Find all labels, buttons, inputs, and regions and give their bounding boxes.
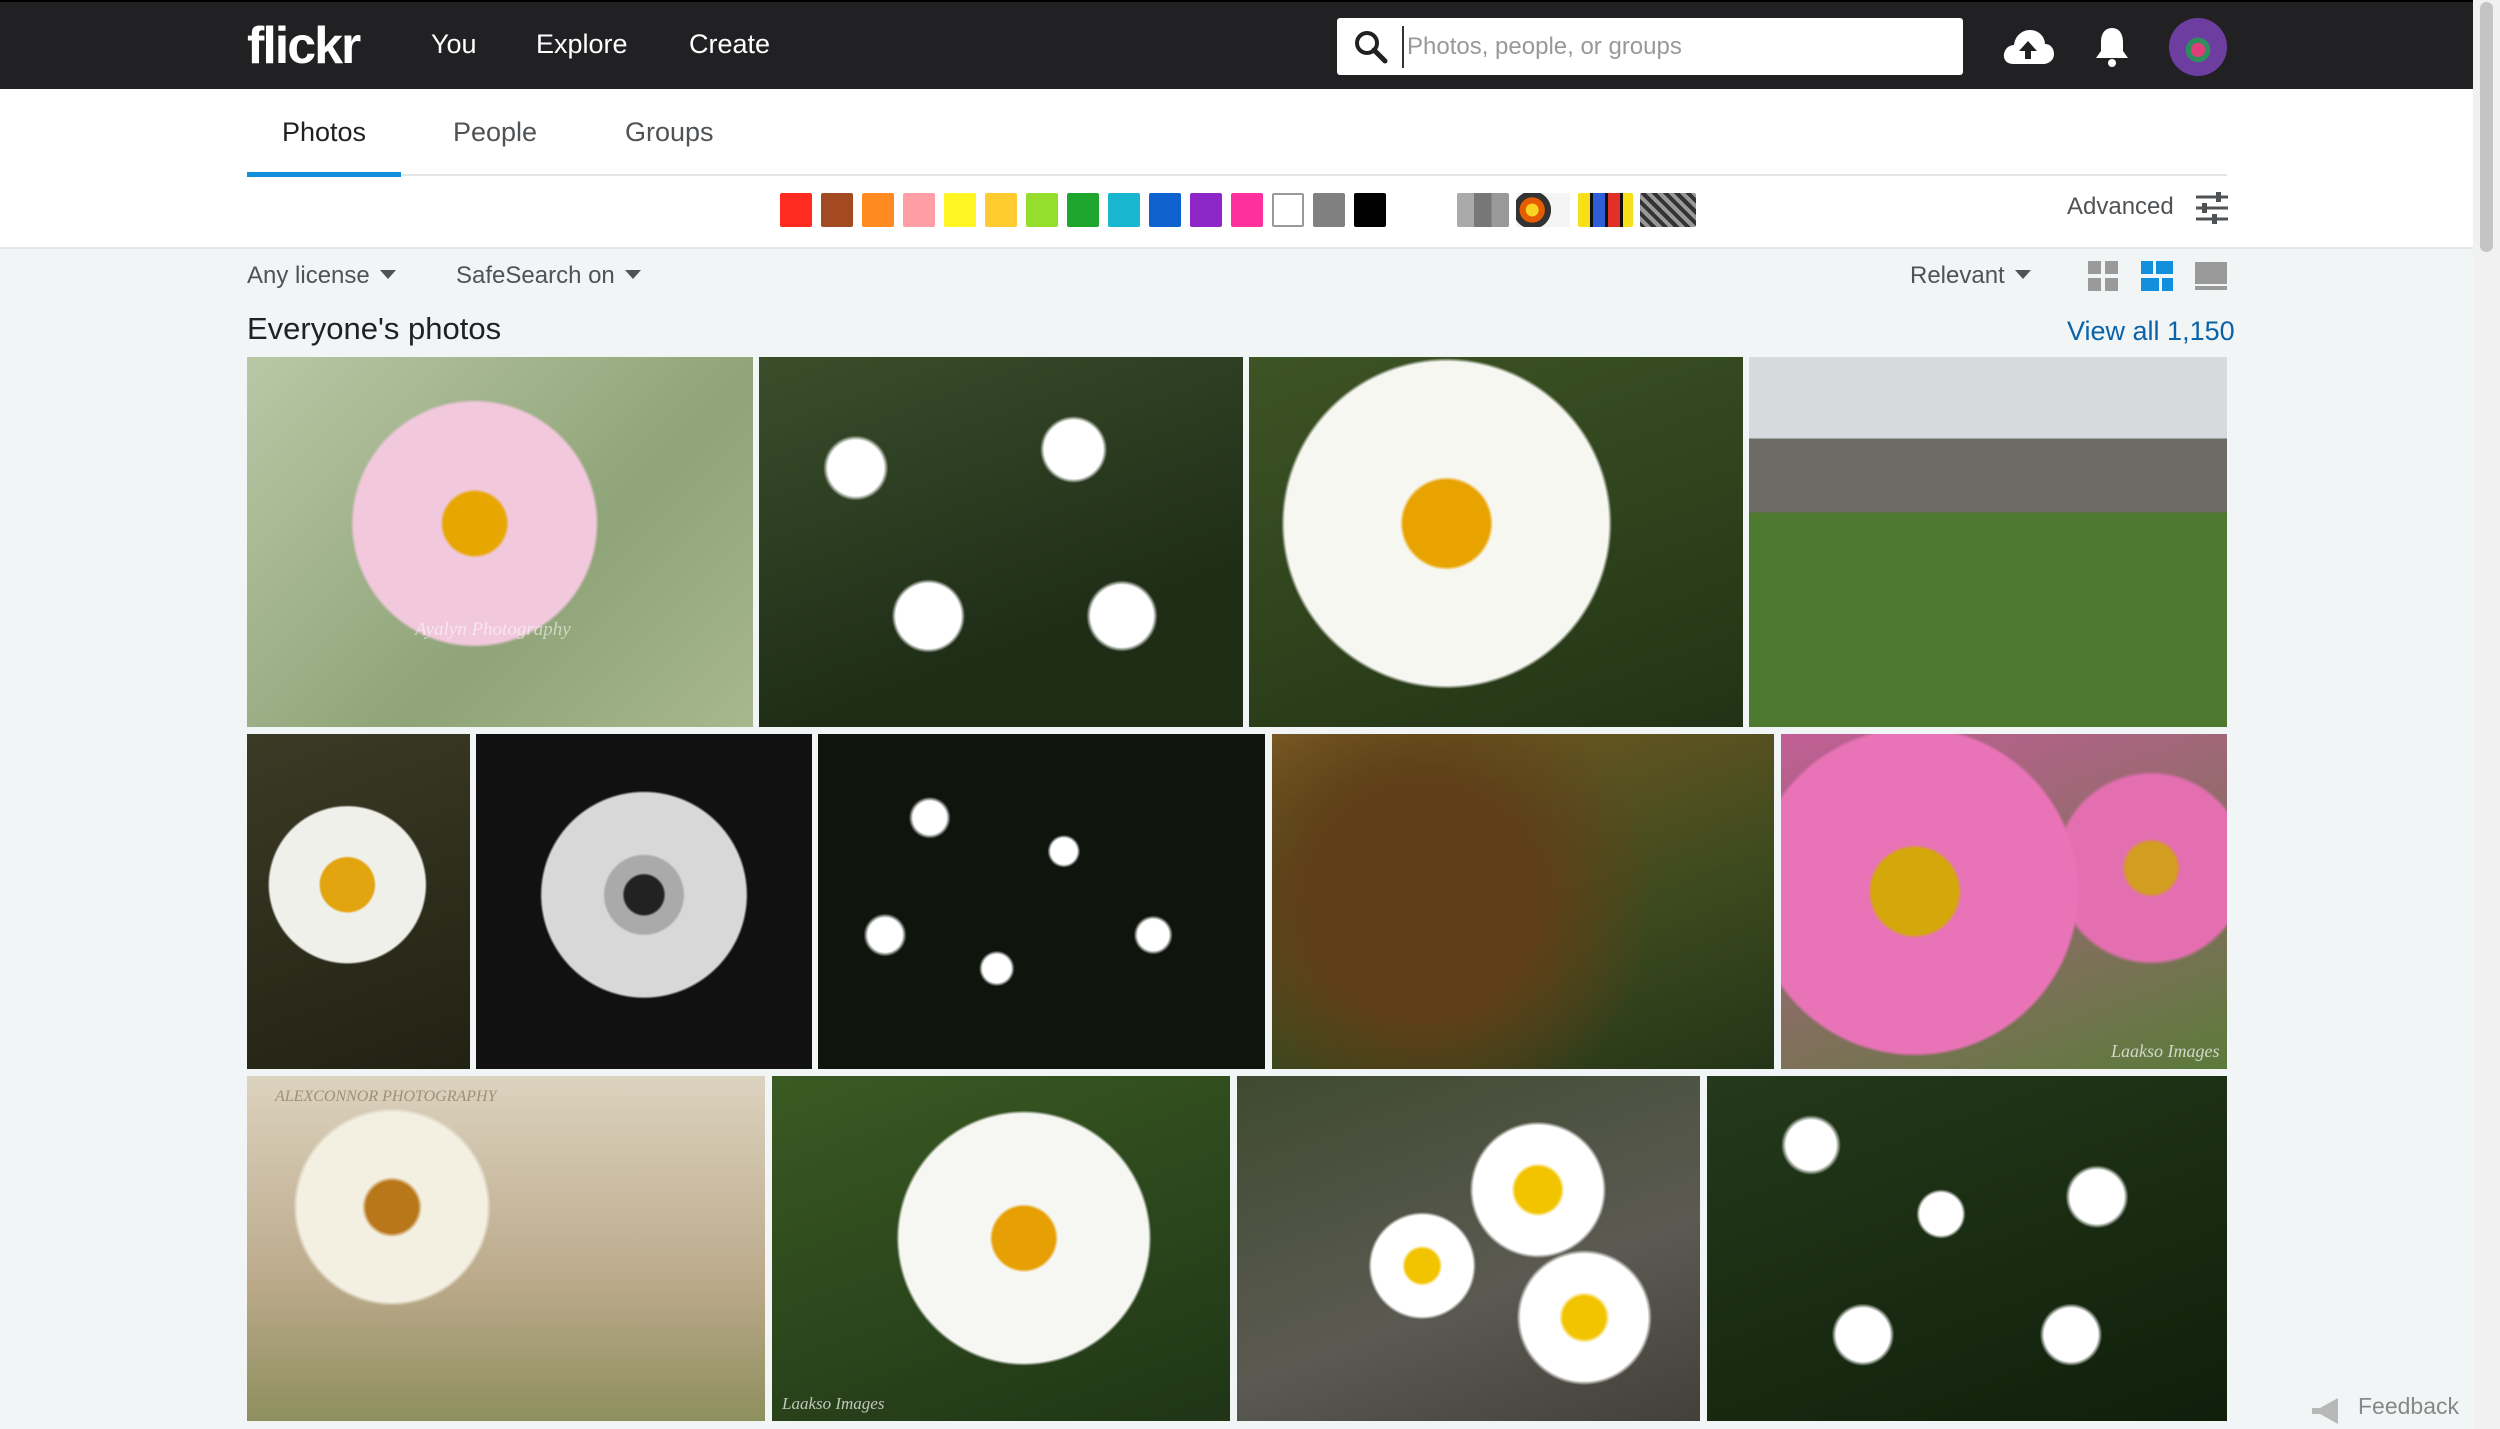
photo-tile[interactable]: Ayalyn Photography: [247, 357, 753, 727]
megaphone-icon: [2312, 1398, 2338, 1424]
tabs-divider: [247, 174, 2227, 176]
color-swatch[interactable]: [1190, 193, 1222, 227]
chevron-down-icon: [2014, 270, 2031, 279]
photo-tile[interactable]: Laakso Images: [772, 1076, 1230, 1421]
photo-tile[interactable]: [759, 357, 1243, 727]
color-swatch[interactable]: [862, 193, 894, 227]
bell-icon[interactable]: [2094, 24, 2130, 68]
photo-tile[interactable]: [1707, 1076, 2227, 1421]
photo-watermark: Laakso Images: [2111, 1041, 2220, 1061]
search-subheader: Photos People Groups Advanced: [0, 89, 2500, 249]
flickr-logo[interactable]: flickr: [247, 16, 361, 76]
photo-tile[interactable]: [476, 734, 812, 1069]
photo-tile[interactable]: [1249, 357, 1743, 727]
photo-tile[interactable]: [1237, 1076, 1700, 1421]
search-box: [1337, 18, 1963, 75]
photo-watermark: ALEXCONNOR PHOTOGRAPHY: [275, 1088, 497, 1105]
safesearch-filter[interactable]: SafeSearch on: [456, 262, 641, 290]
advanced-search-link[interactable]: Advanced: [2067, 193, 2174, 221]
upload-cloud-icon[interactable]: [2001, 26, 2055, 68]
scrollbar-thumb[interactable]: [2480, 2, 2493, 252]
color-swatch[interactable]: [903, 193, 935, 227]
photo-watermark: Ayalyn Photography: [415, 619, 571, 640]
style-filter-depth-of-field[interactable]: [1516, 193, 1570, 227]
avatar[interactable]: [2169, 18, 2227, 76]
grid-view-icon[interactable]: [2088, 261, 2118, 291]
color-swatch[interactable]: [1067, 193, 1099, 227]
results-heading: Everyone's photos: [247, 311, 502, 346]
tab-groups[interactable]: Groups: [625, 117, 714, 148]
settings-sliders-icon[interactable]: [2194, 191, 2230, 225]
vertical-scrollbar[interactable]: [2473, 0, 2500, 1429]
color-swatch[interactable]: [780, 193, 812, 227]
color-swatch[interactable]: [821, 193, 853, 227]
photo-tile[interactable]: ALEXCONNOR PHOTOGRAPHY: [247, 1076, 765, 1421]
style-filter-black-and-white[interactable]: [1457, 193, 1509, 227]
photo-tile[interactable]: [1749, 357, 2227, 727]
license-label: Any license: [247, 262, 370, 289]
search-icon[interactable]: [1354, 30, 1388, 64]
nav-you[interactable]: You: [431, 29, 477, 60]
photo-tile[interactable]: Laakso Images: [1781, 734, 2227, 1069]
color-swatch[interactable]: [985, 193, 1017, 227]
color-swatch[interactable]: [1272, 193, 1304, 227]
sort-label: Relevant: [1910, 262, 2005, 289]
style-filter-patterns[interactable]: [1640, 193, 1696, 227]
top-nav-bar: flickr You Explore Create: [0, 0, 2500, 91]
color-swatch[interactable]: [1313, 193, 1345, 227]
color-swatch[interactable]: [1026, 193, 1058, 227]
color-swatch[interactable]: [1231, 193, 1263, 227]
chevron-down-icon: [379, 270, 396, 279]
tab-photos[interactable]: Photos: [282, 117, 366, 148]
photo-tile[interactable]: [818, 734, 1265, 1069]
photo-tile[interactable]: [1272, 734, 1774, 1069]
nav-explore[interactable]: Explore: [536, 29, 628, 60]
color-swatch[interactable]: [944, 193, 976, 227]
feedback-link[interactable]: Feedback: [2358, 1393, 2459, 1420]
color-swatch[interactable]: [1354, 193, 1386, 227]
photo-watermark: Laakso Images: [782, 1394, 885, 1413]
sort-dropdown[interactable]: Relevant: [1910, 262, 2031, 290]
license-filter[interactable]: Any license: [247, 262, 396, 290]
chevron-down-icon: [624, 270, 641, 279]
tab-people[interactable]: People: [453, 117, 537, 148]
color-swatch[interactable]: [1149, 193, 1181, 227]
style-filter-minimalist[interactable]: [1578, 193, 1633, 227]
active-tab-indicator: [247, 172, 401, 177]
search-input[interactable]: [1402, 26, 1949, 68]
nav-create[interactable]: Create: [689, 29, 770, 60]
justified-view-icon[interactable]: [2141, 261, 2173, 291]
view-all-link[interactable]: View all 1,150: [2067, 316, 2235, 347]
color-swatch[interactable]: [1108, 193, 1140, 227]
safesearch-label: SafeSearch on: [456, 262, 615, 289]
detail-view-icon[interactable]: [2195, 262, 2227, 290]
photo-tile[interactable]: [247, 734, 470, 1069]
